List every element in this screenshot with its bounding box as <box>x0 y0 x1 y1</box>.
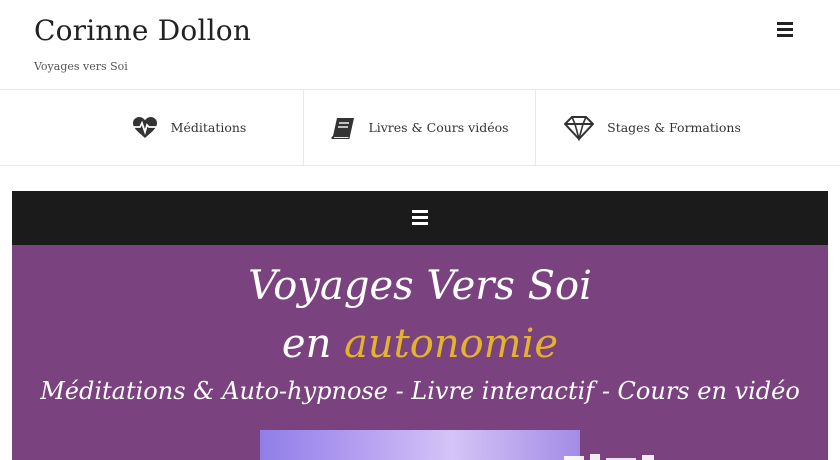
site-title[interactable]: Corinne Dollon <box>34 14 251 47</box>
feature-stages-label: Stages & Formations <box>607 120 741 135</box>
diamond-icon <box>563 115 595 141</box>
feature-meditations-link[interactable]: Méditations <box>74 90 304 165</box>
banner-subtitle-accent: autonomie <box>344 321 559 367</box>
main-content: Voyages Vers Soi en autonomie Méditation… <box>12 191 828 460</box>
feature-books-label: Livres & Cours vidéos <box>368 120 509 135</box>
book-icon <box>330 116 356 140</box>
hamburger-icon <box>412 210 428 225</box>
site-header: Corinne Dollon Voyages vers Soi <box>0 0 840 90</box>
feature-stages-link[interactable]: Stages & Formations <box>536 90 768 165</box>
menu-toggle-button[interactable] <box>772 20 798 42</box>
feature-books-link[interactable]: Livres & Cours vidéos <box>304 90 536 165</box>
main-nav-bar <box>12 191 828 245</box>
banner-subtitle-prefix: en <box>281 321 332 367</box>
banner-subtitle: en autonomie <box>12 321 828 367</box>
heartbeat-icon <box>131 116 159 140</box>
banner-title: Voyages Vers Soi <box>248 263 592 309</box>
banner-decoration <box>564 454 654 460</box>
hamburger-icon <box>777 22 793 37</box>
feature-meditations-label: Méditations <box>170 120 247 135</box>
banner-tagline: Méditations & Auto-hypnose - Livre inter… <box>40 377 800 405</box>
feature-links: Méditations Livres & Cours vidéos Stages… <box>0 90 840 166</box>
hero-banner: Voyages Vers Soi en autonomie Méditation… <box>12 245 828 460</box>
banner-image <box>260 430 580 460</box>
main-nav-toggle[interactable] <box>411 209 429 225</box>
site-tagline: Voyages vers Soi <box>34 60 128 73</box>
